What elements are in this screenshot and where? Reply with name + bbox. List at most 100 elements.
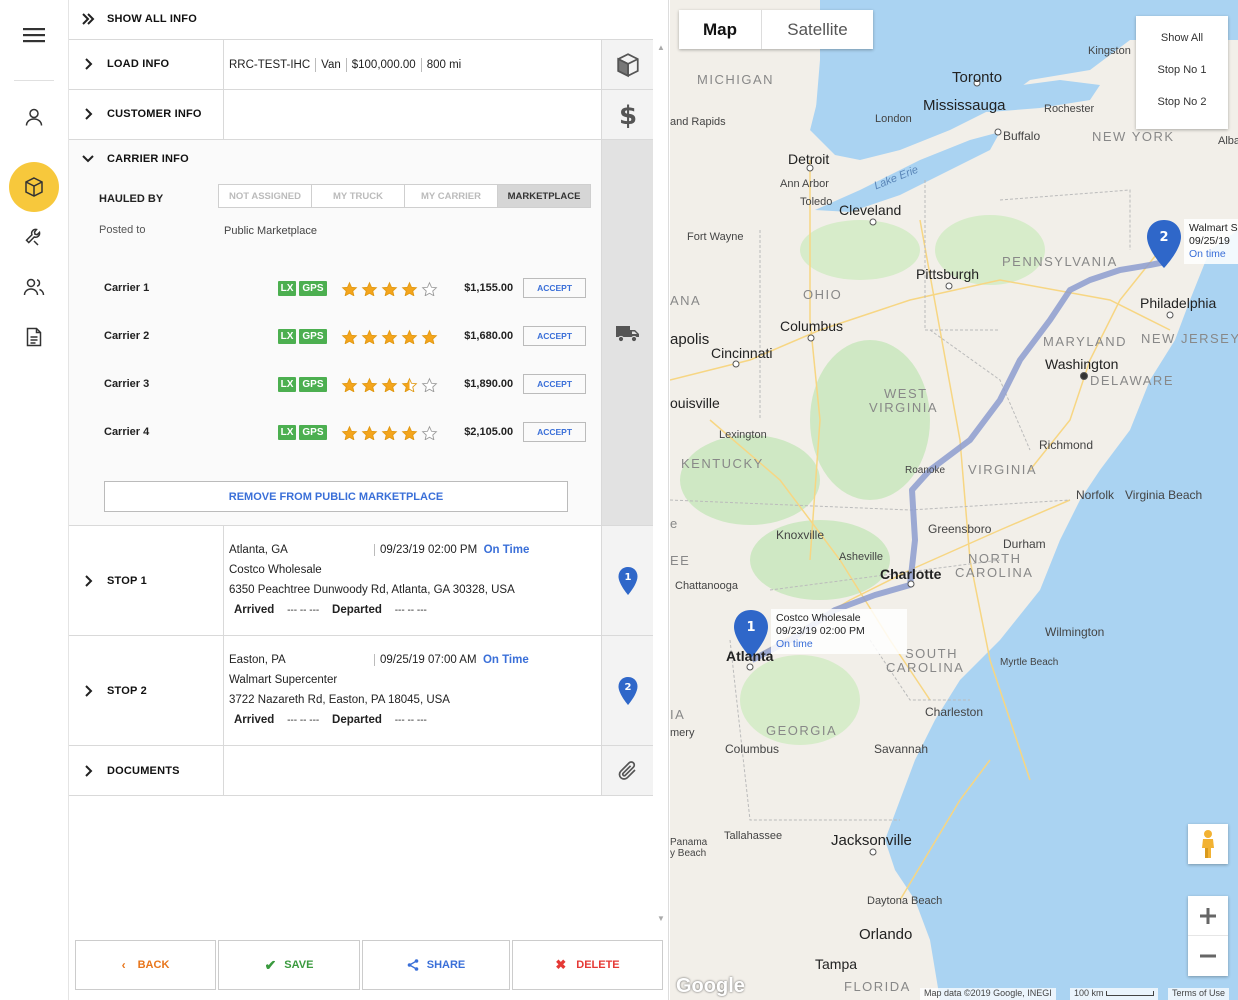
map-label: Richmond <box>1039 438 1094 452</box>
back-button[interactable]: ‹ BACK <box>75 940 216 990</box>
loads-box-icon[interactable] <box>9 162 59 212</box>
map-label: Fort Wayne <box>687 231 744 243</box>
star-icon <box>421 377 437 392</box>
map-label: KENTUCKY <box>681 456 764 471</box>
document-icon[interactable] <box>9 312 59 362</box>
load-ref: RRC-TEST-IHC <box>229 59 311 72</box>
star-icon <box>341 329 357 344</box>
stop-1-facility: Costco Wholesale <box>229 564 322 576</box>
map-type-satellite-button[interactable]: Satellite <box>761 10 873 49</box>
dollar-icon: $ <box>601 90 653 139</box>
map-label: Washington <box>1045 356 1119 372</box>
accept-carrier-button[interactable]: ACCEPT <box>523 326 586 346</box>
remove-from-marketplace-button[interactable]: REMOVE FROM PUBLIC MARKETPLACE <box>104 481 568 512</box>
stop-2-marker-icon: 2 <box>601 636 653 745</box>
option-my-carrier[interactable]: MY CARRIER <box>404 184 498 208</box>
map-label: Columbus <box>780 318 844 334</box>
stop-1-status: On Time <box>483 544 530 556</box>
stop-2-status: On Time <box>482 654 529 666</box>
action-bar: ‹ BACK ✔ SAVE SHARE ✖ DELETE <box>75 940 665 990</box>
zoom-in-button[interactable] <box>1188 896 1228 936</box>
zoom-out-button[interactable] <box>1188 936 1228 976</box>
carrier-price: $1,155.00 <box>464 282 514 294</box>
x-icon: ✖ <box>555 957 567 972</box>
carrier-name: Carrier 2 <box>104 330 150 342</box>
users-group-icon[interactable] <box>9 262 59 312</box>
map-label: NORTH <box>968 551 1022 566</box>
load-value: $100,000.00 <box>351 59 416 72</box>
map-type-control: Map Satellite <box>679 10 873 49</box>
carrier-price: $1,890.00 <box>464 378 514 390</box>
accept-carrier-button[interactable]: ACCEPT <box>523 422 586 442</box>
scroll-up-arrow-icon[interactable]: ▲ <box>657 43 665 52</box>
stop-2-label: STOP 2 <box>107 685 147 697</box>
star-icon <box>361 281 377 296</box>
menu-icon[interactable] <box>9 10 59 60</box>
map-attribution: Map data ©2019 Google, INEGI <box>920 988 1056 1000</box>
show-all-row[interactable]: SHOW ALL INFO <box>69 0 653 40</box>
accept-carrier-button[interactable]: ACCEPT <box>523 374 586 394</box>
map-label: Myrtle Beach <box>1000 657 1059 668</box>
stop-1-row[interactable]: STOP 1 Atlanta, GA 09/23/19 02:00 PM On … <box>69 526 653 636</box>
stop-2-row[interactable]: STOP 2 Easton, PA 09/25/19 07:00 AM On T… <box>69 636 653 746</box>
show-all-label: SHOW ALL INFO <box>107 13 197 25</box>
map-label: SOUTH <box>905 646 958 661</box>
map-label: Cleveland <box>839 202 902 218</box>
stop-1-city: Atlanta, GA <box>229 544 288 556</box>
map-label: Charlotte <box>880 566 942 582</box>
stop-no-1-button[interactable]: Stop No 1 <box>1136 54 1228 86</box>
load-detail-panel: SHOW ALL INFO LOAD INFO RRC-TEST-IHC Van $… <box>69 0 669 1000</box>
stop-2-arrived-label: Arrived <box>234 714 275 726</box>
carrier-info-label: CARRIER INFO <box>107 153 189 165</box>
customer-info-label: CUSTOMER INFO <box>107 108 202 120</box>
documents-row[interactable]: DOCUMENTS <box>69 746 653 796</box>
map-label: IA <box>670 707 686 722</box>
stop-1-label: STOP 1 <box>107 575 147 587</box>
checkmark-icon: ✔ <box>264 956 277 973</box>
stop-no-2-button[interactable]: Stop No 2 <box>1136 86 1228 118</box>
wrench-icon[interactable] <box>9 212 59 262</box>
load-info-row[interactable]: LOAD INFO RRC-TEST-IHC Van $100,000.00 800 … <box>69 40 653 90</box>
user-icon[interactable] <box>9 92 59 142</box>
star-icon <box>401 329 417 344</box>
route-map[interactable]: 1 2 Map Satellite Show All Stop No 1 Sto… <box>670 0 1238 1000</box>
map-label: Cincinnati <box>711 345 773 361</box>
map-label: ANA <box>670 293 702 308</box>
map-label: Toronto <box>952 69 1003 86</box>
terms-of-use-link[interactable]: Terms of Use <box>1168 988 1230 1000</box>
google-logo: Google <box>676 975 745 997</box>
delete-button[interactable]: ✖ DELETE <box>512 940 663 990</box>
street-view-pegman-icon[interactable] <box>1188 824 1228 864</box>
star-icon <box>341 425 357 440</box>
star-icon <box>341 377 357 392</box>
star-rating <box>340 424 450 440</box>
map-label: EE <box>670 553 691 568</box>
map-type-map-button[interactable]: Map <box>679 10 761 49</box>
carrier-badge: GPS <box>299 280 327 296</box>
carrier-info-toggle[interactable]: CARRIER INFO <box>81 153 189 165</box>
map-label: e <box>670 516 679 531</box>
map-label: VIRGINIA <box>968 462 1038 477</box>
share-button[interactable]: SHARE <box>362 940 510 990</box>
accept-carrier-button[interactable]: ACCEPT <box>523 278 586 298</box>
map-label: FLORIDA <box>844 979 911 994</box>
map-label: PENNSYLVANIA <box>1002 254 1118 269</box>
save-button[interactable]: ✔ SAVE <box>218 940 360 990</box>
chevron-right-icon <box>85 108 93 120</box>
customer-info-row[interactable]: CUSTOMER INFO $ <box>69 90 653 140</box>
show-all-stops-button[interactable]: Show All <box>1136 22 1228 54</box>
carrier-price: $1,680.00 <box>464 330 514 342</box>
map-label: Rochester <box>1044 103 1095 115</box>
carrier-name: Carrier 4 <box>104 426 150 438</box>
option-not-assigned[interactable]: NOT ASSIGNED <box>218 184 312 208</box>
scroll-down-arrow-icon[interactable]: ▼ <box>657 914 665 923</box>
double-chevron-right-icon <box>82 13 95 25</box>
star-icon <box>401 377 417 392</box>
carrier-badge: GPS <box>299 376 327 392</box>
star-icon <box>361 425 377 440</box>
option-marketplace[interactable]: MARKETPLACE <box>497 184 591 208</box>
stop-1-arrived-value: --- -- --- <box>287 605 320 616</box>
map-scale: 100 km <box>1070 988 1159 1000</box>
stop-selector-control: Show All Stop No 1 Stop No 2 <box>1136 16 1228 129</box>
option-my-truck[interactable]: MY TRUCK <box>311 184 405 208</box>
